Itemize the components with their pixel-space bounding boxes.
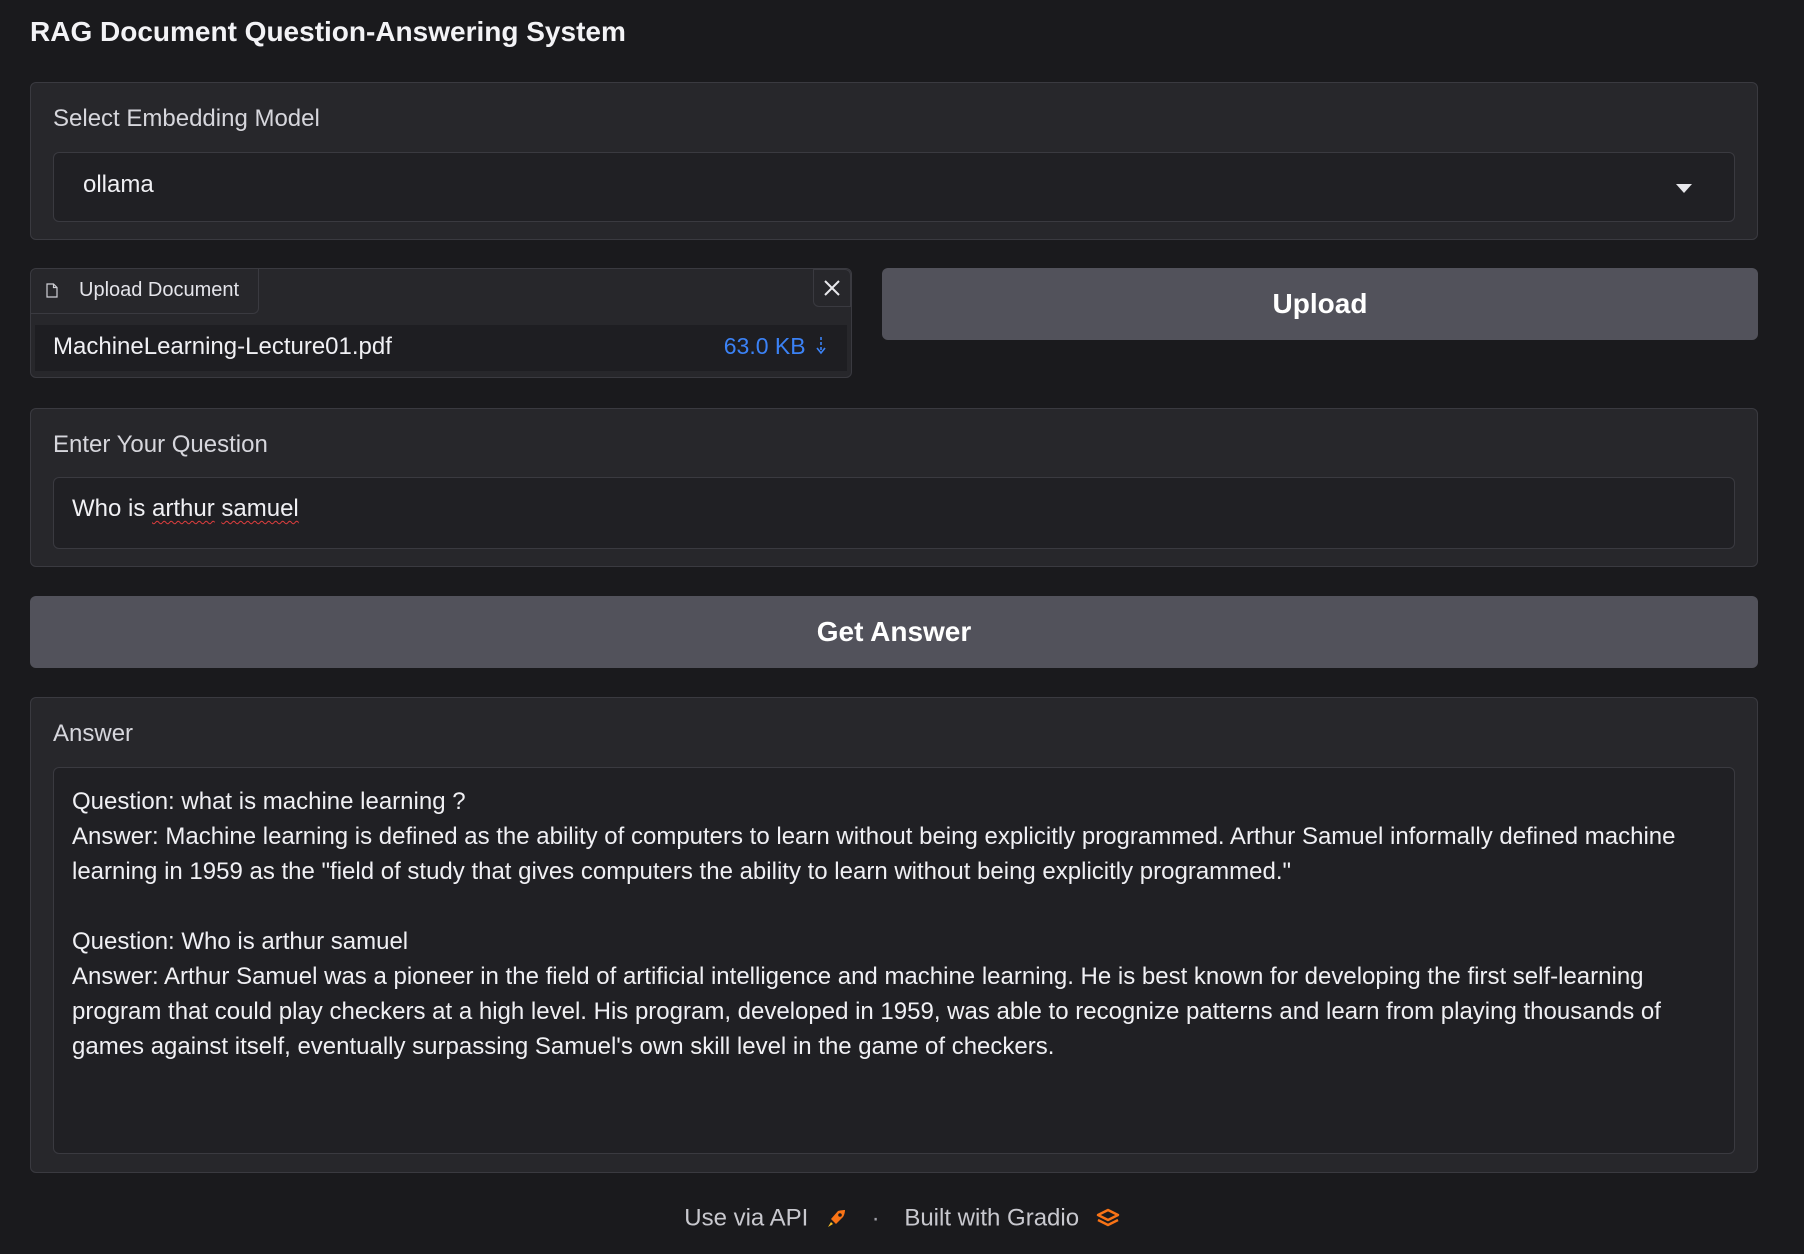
uploaded-file-size: 63.0 KB: [723, 333, 806, 359]
embedding-model-block: Select Embedding Model ollama: [30, 82, 1758, 240]
gradio-logo-icon: [1096, 1208, 1119, 1227]
spellcheck-word: samuel: [221, 495, 299, 522]
upload-button[interactable]: Upload: [882, 268, 1758, 340]
spellcheck-word: arthur: [152, 495, 215, 522]
get-answer-button[interactable]: Get Answer: [30, 596, 1758, 668]
question-text-prefix: Who is: [72, 495, 153, 522]
answer-textbox[interactable]: Question: what is machine learning ? Ans…: [53, 767, 1735, 1154]
built-with-gradio-label: Built with Gradio: [904, 1204, 1080, 1232]
embedding-model-label: Select Embedding Model: [53, 105, 320, 132]
question-input-value: Who is arthur samuel: [72, 495, 299, 523]
question-block: Enter Your Question Who is arthur samuel: [30, 408, 1758, 567]
question-input[interactable]: Who is arthur samuel: [53, 477, 1735, 549]
rocket-icon: [827, 1209, 845, 1227]
upload-document-tab: Upload Document: [31, 269, 259, 314]
embedding-model-dropdown[interactable]: ollama: [53, 152, 1735, 222]
built-with-gradio-link[interactable]: Built with Gradio: [904, 1204, 1119, 1232]
use-via-api-label: Use via API: [684, 1204, 809, 1232]
chevron-down-icon: [1676, 184, 1692, 193]
uploaded-file-name: MachineLearning-Lecture01.pdf: [53, 333, 392, 360]
answer-label: Answer: [53, 720, 134, 747]
footer: Use via API · Built with Gradio: [0, 1204, 1804, 1233]
uploaded-file-row: MachineLearning-Lecture01.pdf 63.0 KB: [35, 325, 847, 371]
question-label: Enter Your Question: [53, 431, 268, 458]
file-icon: [46, 283, 58, 298]
download-icon: [816, 337, 826, 355]
use-via-api-link[interactable]: Use via API: [684, 1204, 853, 1232]
upload-document-panel[interactable]: Upload Document MachineLearning-Lecture0…: [30, 268, 852, 378]
answer-text: Question: what is machine learning ? Ans…: [72, 788, 1676, 1060]
app-root: RAG Document Question-Answering System S…: [0, 0, 1804, 1254]
answer-block: Answer Question: what is machine learnin…: [30, 697, 1758, 1173]
page-title: RAG Document Question-Answering System: [30, 16, 626, 47]
embedding-model-value: ollama: [83, 171, 154, 198]
close-icon[interactable]: [813, 269, 851, 307]
footer-separator: ·: [871, 1204, 880, 1232]
upload-document-label: Upload Document: [79, 279, 240, 301]
file-download-link[interactable]: 63.0 KB: [724, 333, 827, 360]
